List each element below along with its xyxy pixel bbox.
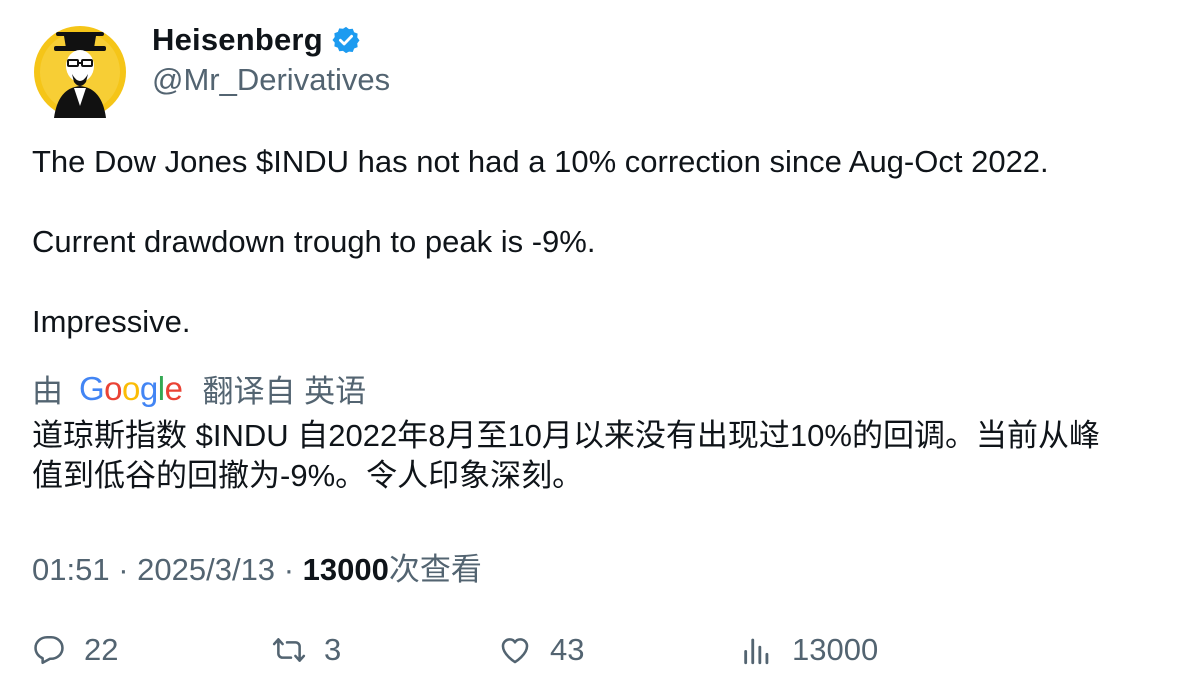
- retweet-count: 3: [324, 632, 342, 667]
- tweet-meta: 01:51 · 2025/3/13 · 13000次查看: [32, 544, 482, 589]
- tweet-time[interactable]: 01:51: [32, 552, 110, 587]
- translated-line-1: 道琼斯指数 $INDU 自2022年8月至10月以来没有出现过10%的回调。当前…: [32, 418, 1100, 453]
- translated-line-2: 值到低谷的回撤为-9%。令人印象深刻。: [32, 458, 584, 493]
- avatar[interactable]: [34, 26, 126, 118]
- heart-icon: [501, 638, 529, 664]
- tweet-text: The Dow Jones $INDU has not had a 10% co…: [32, 142, 1162, 342]
- views-label: 次查看: [388, 552, 482, 587]
- author-handle[interactable]: @Mr_Derivatives: [152, 62, 390, 98]
- views-count: 13000: [302, 552, 389, 587]
- author-display-name[interactable]: Heisenberg: [152, 22, 323, 58]
- views-button[interactable]: 13000: [740, 632, 878, 668]
- translation-attribution[interactable]: 由 Google 翻译自 英语: [32, 366, 366, 411]
- google-logo-icon: Google: [79, 369, 183, 407]
- reply-icon: [34, 635, 64, 665]
- heisenberg-avatar-icon: [34, 26, 126, 118]
- views-count-action: 13000: [792, 632, 879, 667]
- tweet-date[interactable]: 2025/3/13: [137, 552, 275, 587]
- meta-separator: ·: [283, 552, 303, 587]
- reply-count: 22: [84, 632, 119, 667]
- translated-by-label: 由: [32, 374, 63, 409]
- author-name-row: Heisenberg: [152, 22, 361, 58]
- analytics-icon: [744, 638, 769, 665]
- reply-button[interactable]: 22: [32, 632, 118, 668]
- action-bar: 22 3 43 13000: [32, 632, 1162, 676]
- verified-badge-icon[interactable]: [331, 25, 361, 55]
- like-count: 43: [550, 632, 585, 667]
- retweet-button[interactable]: 3: [272, 632, 341, 668]
- like-button[interactable]: 43: [498, 632, 584, 668]
- retweet-icon: [272, 638, 306, 662]
- meta-separator: ·: [118, 552, 138, 587]
- tweet-paragraph-2: Current drawdown trough to peak is -9%.: [32, 224, 596, 259]
- tweet-paragraph-3: Impressive.: [32, 304, 191, 339]
- translated-text: 道琼斯指数 $INDU 自2022年8月至10月以来没有出现过10%的回调。当前…: [32, 416, 1162, 496]
- tweet-paragraph-1: The Dow Jones $INDU has not had a 10% co…: [32, 144, 1049, 179]
- translated-from-label: 翻译自 英语: [202, 374, 367, 409]
